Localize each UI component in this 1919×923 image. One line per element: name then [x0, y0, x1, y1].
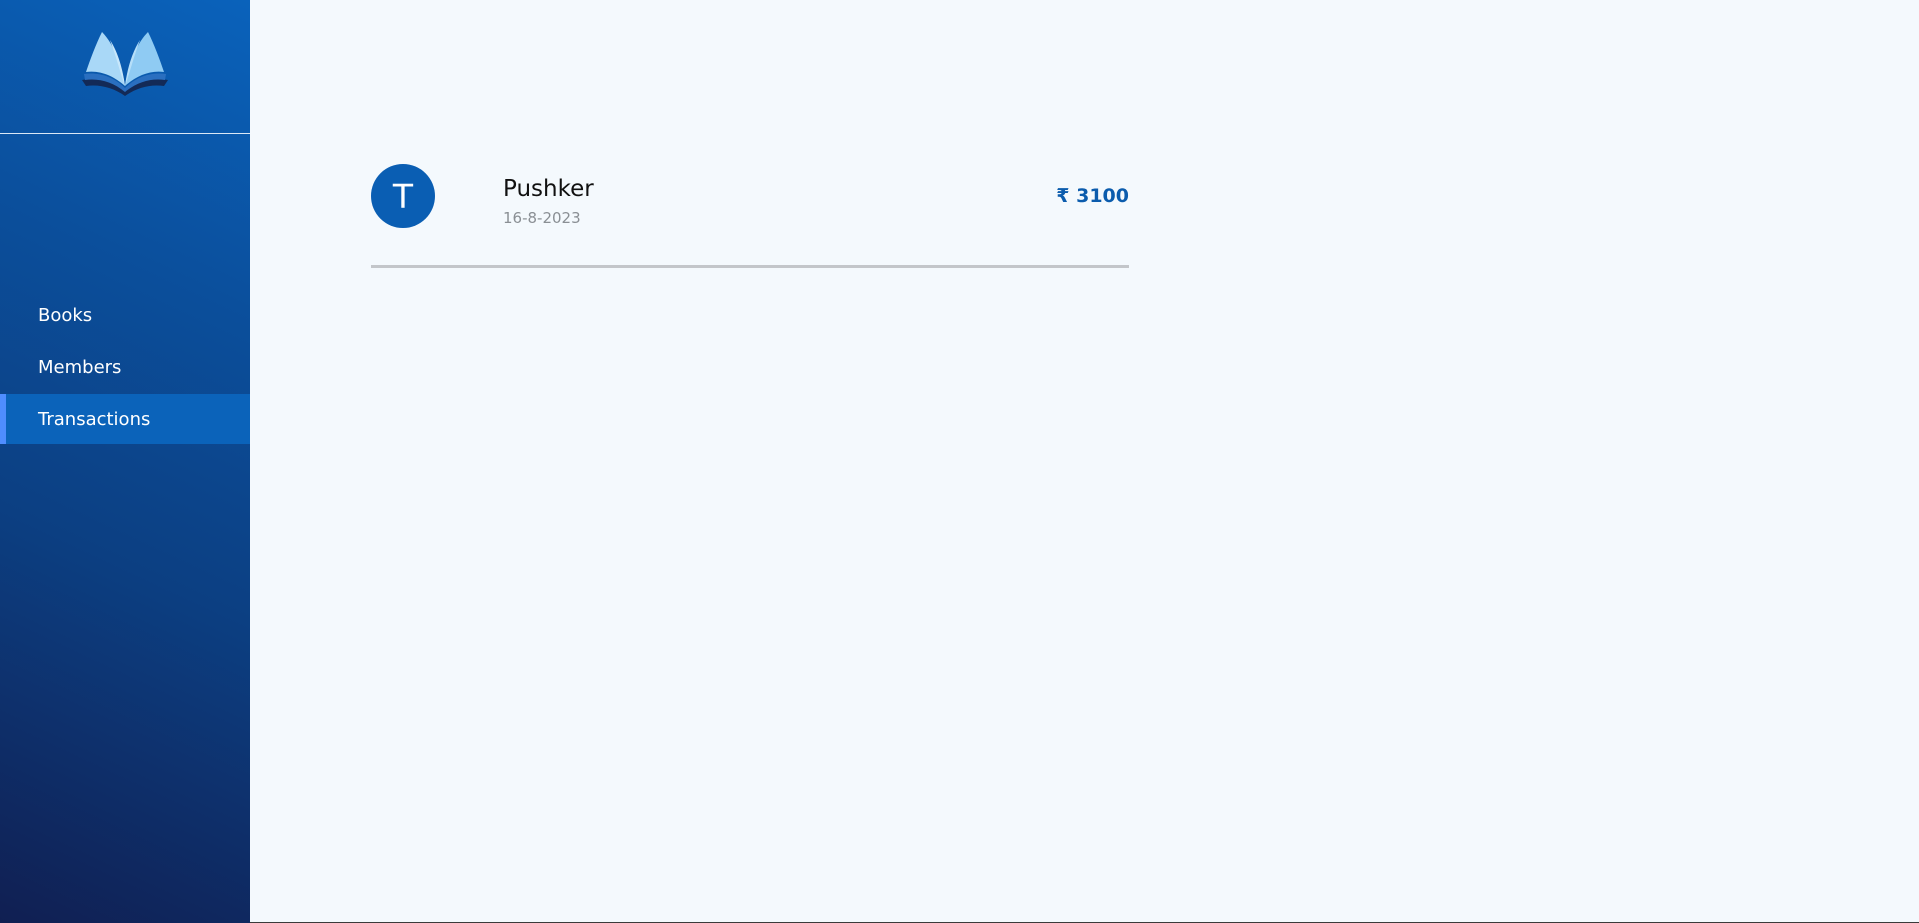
transaction-member-name: Pushker: [503, 176, 594, 202]
sidebar-item-label: Transactions: [38, 408, 151, 430]
sidebar-item-label: Members: [38, 356, 122, 378]
main-content: T Pushker 16-8-2023 ₹ 3100: [250, 0, 1919, 923]
sidebar-item-transactions[interactable]: Transactions: [0, 394, 250, 444]
app-root: Books Members Transactions T Pushker 16-…: [0, 0, 1919, 923]
transaction-row[interactable]: T Pushker 16-8-2023 ₹ 3100: [371, 164, 1129, 268]
sidebar: Books Members Transactions: [0, 0, 250, 923]
logo-area: [0, 0, 250, 134]
avatar: T: [371, 164, 435, 228]
sidebar-nav: Books Members Transactions: [0, 290, 250, 446]
transaction-amount: ₹ 3100: [1056, 185, 1129, 207]
sidebar-item-label: Books: [38, 304, 93, 326]
sidebar-item-members[interactable]: Members: [0, 342, 250, 392]
transaction-date: 16-8-2023: [503, 209, 581, 227]
sidebar-item-books[interactable]: Books: [0, 290, 250, 340]
open-book-icon: [82, 32, 168, 96]
